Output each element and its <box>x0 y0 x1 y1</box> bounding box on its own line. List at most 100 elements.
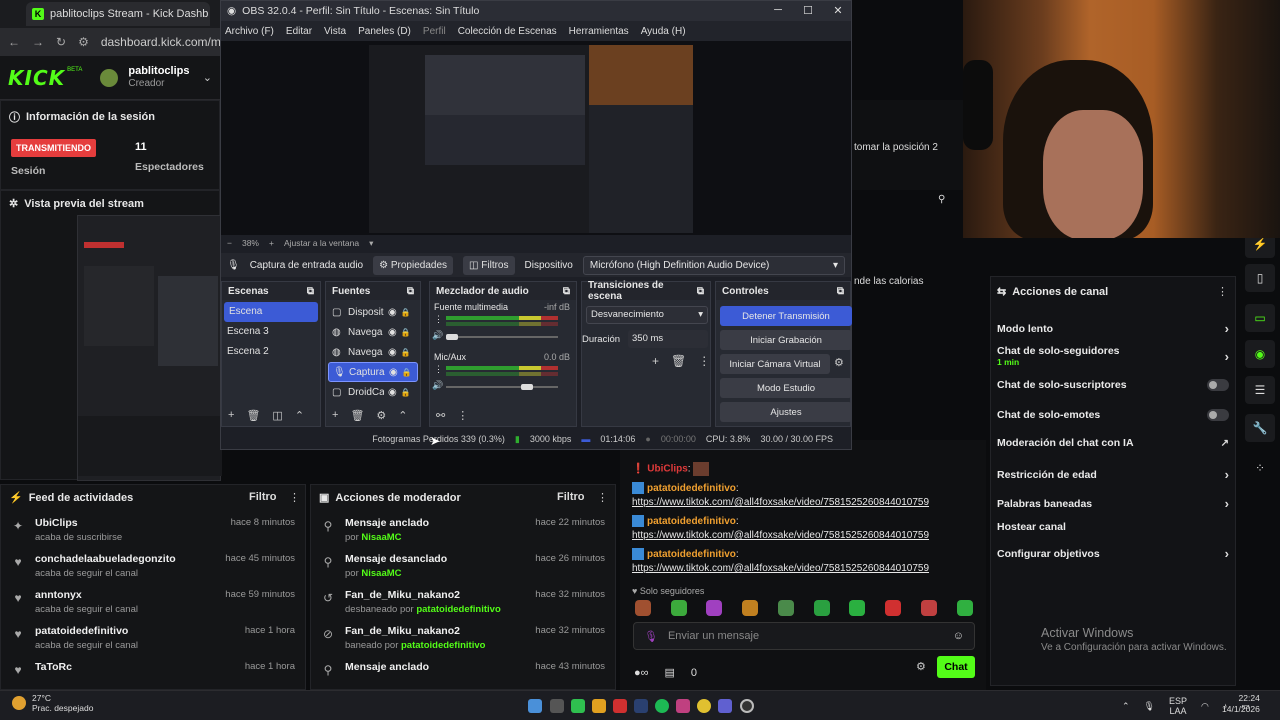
control-button[interactable]: Ajustes <box>720 402 852 422</box>
undock-icon[interactable]: ⧉ <box>407 286 414 297</box>
trash-icon[interactable]: 🗑 <box>246 409 260 422</box>
visibility-icon[interactable]: ◉ <box>388 387 397 398</box>
volume-slider[interactable] <box>446 336 558 338</box>
transition-select[interactable]: Desvanecimiento ▾ <box>586 306 708 324</box>
device-select[interactable]: Micrófono (High Definition Audio Device)… <box>582 255 845 275</box>
channel-action-row[interactable]: Moderación del chat con IA ↗ <box>997 437 1229 449</box>
filters-button[interactable]: ◫ Filtros <box>463 255 515 275</box>
mod-item[interactable]: ⚲ Mensaje desanclado por NisaaMC hace 26 mi… <box>311 553 615 589</box>
kick-logo[interactable]: KICK <box>8 66 65 90</box>
control-button[interactable]: Detener Transmisión <box>720 306 852 326</box>
channel-menu-icon[interactable]: ⋮ <box>434 364 443 375</box>
mod-item-title[interactable]: Mensaje anclado <box>345 517 525 529</box>
source-item[interactable]: ◍ Navega ◉ 🔒 <box>328 322 418 342</box>
feed-item[interactable]: ♥ conchadelaabueladegonzito acaba de segui… <box>1 553 305 589</box>
mod-item-title[interactable]: Mensaje desanclado <box>345 553 525 565</box>
undock-icon[interactable]: ⧉ <box>837 286 844 297</box>
site-info-icon[interactable]: ⚙ <box>78 35 89 49</box>
mod-item[interactable]: ↺ Fan_de_Miku_nakano2 desbaneado por patat… <box>311 589 615 625</box>
emote[interactable] <box>885 600 901 616</box>
link-icon[interactable]: ⚯ <box>436 409 445 422</box>
browser-tab[interactable]: K pablitoclips Stream - Kick Dashb ✕ <box>26 2 210 26</box>
add-icon[interactable]: + <box>652 354 659 368</box>
clock[interactable]: 22:24 14/1/2026 <box>1222 693 1260 715</box>
volume-slider[interactable] <box>446 386 558 388</box>
mod-filter-button[interactable]: Filtro <box>557 491 585 503</box>
wifi-icon[interactable]: ◠ <box>1201 701 1209 712</box>
channel-action-row[interactable]: Chat de solo-emotes <box>997 409 1229 421</box>
mod-item-title[interactable]: Fan_de_Miku_nakano2 <box>345 625 525 637</box>
chrome-icon[interactable] <box>697 699 711 713</box>
chat-username[interactable]: patatoidedefinitivo <box>647 516 736 527</box>
maximize-icon[interactable]: ☐ <box>801 4 815 18</box>
spotify-icon[interactable] <box>655 699 669 713</box>
chat-username[interactable]: patatoidedefinitivo <box>647 549 736 560</box>
channel-action-row[interactable]: Configurar objetivos › <box>997 546 1229 561</box>
up-icon[interactable]: ⌃ <box>295 409 304 422</box>
feed-item-name[interactable]: patatoidedefinitivo <box>35 625 235 637</box>
visibility-icon[interactable]: ◉ <box>389 367 398 378</box>
properties-button[interactable]: ⚙ Propiedades <box>373 255 454 275</box>
control-button[interactable]: Iniciar Cámara Virtual <box>720 354 830 374</box>
chat-icon[interactable]: ▭ <box>1245 304 1275 332</box>
lock-icon[interactable]: 🔒 <box>401 388 411 397</box>
emote[interactable] <box>814 600 830 616</box>
visibility-icon[interactable]: ◉ <box>388 307 397 318</box>
control-button[interactable]: Iniciar Grabación <box>720 330 852 350</box>
layout-icon[interactable]: ☰ <box>1245 376 1275 404</box>
gear-icon[interactable]: ⚙ <box>376 409 386 422</box>
feed-item-name[interactable]: conchadelaabueladegonzito <box>35 553 215 565</box>
mod-item-user[interactable]: patatoidedefinitivo <box>401 640 485 651</box>
emote[interactable] <box>921 600 937 616</box>
forward-icon[interactable]: → <box>32 35 44 49</box>
obs-canvas[interactable] <box>369 45 693 233</box>
emote[interactable] <box>849 600 865 616</box>
source-item[interactable]: 🎙 Captura ◉ 🔒 <box>328 362 418 382</box>
app-icon[interactable] <box>613 699 627 713</box>
emote[interactable] <box>957 600 973 616</box>
obs-menu-item[interactable]: Ayuda (H) <box>641 26 686 37</box>
whatsapp-icon[interactable] <box>571 699 585 713</box>
obs-menu-item[interactable]: Editar <box>286 26 312 37</box>
source-item[interactable]: ◍ Navega ◉ 🔒 <box>328 342 418 362</box>
chat-link[interactable]: https://www.tiktok.com/@all4foxsake/vide… <box>632 563 929 574</box>
stream-preview-video[interactable] <box>77 215 222 481</box>
weather-widget[interactable]: 27°C Prac. despejado <box>12 693 93 713</box>
emoji-icon[interactable]: ☺ <box>953 630 964 642</box>
send-chat-button[interactable]: Chat <box>937 656 975 678</box>
mic-icon[interactable]: 🎙 <box>644 630 658 643</box>
speaker-icon[interactable]: 🔊 <box>432 380 443 391</box>
volume-slider-knob[interactable] <box>446 334 458 340</box>
mod-item-user[interactable]: patatoidedefinitivo <box>416 604 500 615</box>
chat-username[interactable]: patatoidedefinitivo <box>647 483 736 494</box>
mic-icon[interactable]: 🎙 <box>1144 701 1155 712</box>
visibility-icon[interactable]: ◉ <box>388 347 397 358</box>
mod-item[interactable]: ⚲ Mensaje anclado por NisaaMC hace 22 minut… <box>311 517 615 553</box>
actions-more-icon[interactable]: ⋮ <box>1217 285 1228 298</box>
mod-item-user[interactable]: NisaaMC <box>361 568 401 579</box>
zoom-dropdown-icon[interactable]: ▾ <box>369 238 373 249</box>
control-button[interactable]: Modo Estudio <box>720 378 852 398</box>
obs-menu-item[interactable]: Herramientas <box>569 26 629 37</box>
obs-menu-item[interactable]: Colección de Escenas <box>458 26 557 37</box>
obs-menu-item[interactable]: Archivo (F) <box>225 26 274 37</box>
lock-icon[interactable]: 🔒 <box>401 328 411 337</box>
mod-item-title[interactable]: Mensaje anclado <box>345 661 525 673</box>
lock-icon[interactable]: 🔒 <box>401 308 411 317</box>
chevron-down-icon[interactable]: ⌄ <box>203 71 212 84</box>
speaker-icon[interactable]: 🔊 <box>432 330 443 341</box>
mod-item-user[interactable]: NisaaMC <box>361 532 401 543</box>
chat-input[interactable]: 🎙 Enviar un mensaje ☺ <box>633 622 975 650</box>
source-item[interactable]: ▢ Disposit ◉ 🔒 <box>328 302 418 322</box>
emote[interactable] <box>742 600 758 616</box>
undock-icon[interactable]: ⧉ <box>697 286 704 297</box>
emote[interactable] <box>706 600 722 616</box>
feed-item[interactable]: ✦ UbiClips acaba de suscribirse hace 8 minu… <box>1 517 305 553</box>
zoom-mode[interactable]: Ajustar a la ventana <box>284 238 359 248</box>
chat-pinned-user[interactable]: UbiClips <box>647 464 688 475</box>
user-block[interactable]: pablitoclips Creador <box>128 65 189 90</box>
zoom-out-icon[interactable]: − <box>227 238 232 248</box>
emote[interactable] <box>778 600 794 616</box>
filter-icon[interactable]: ◫ <box>272 409 282 422</box>
chat-link[interactable]: https://www.tiktok.com/@all4foxsake/vide… <box>632 497 929 508</box>
